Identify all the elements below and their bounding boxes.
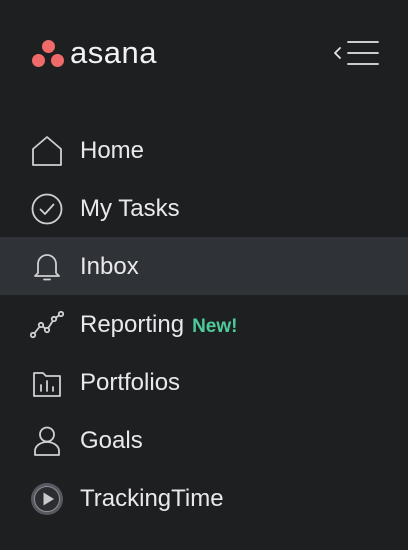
line-chart-icon [30,308,64,342]
sidebar-item-goals[interactable]: Goals [0,411,408,469]
sidebar-item-label: TrackingTime [80,485,224,512]
new-badge: New! [192,316,238,337]
sidebar-item-reporting[interactable]: Reporting New! [0,295,408,353]
sidebar-nav: Home My Tasks Inbox Reporting New! Portf… [0,121,408,527]
brand-name: asana [70,35,157,70]
sidebar-item-label: Reporting New! [80,311,237,341]
sidebar-header: asana [0,0,408,110]
person-icon [30,424,64,458]
asana-logo[interactable]: asana [32,36,157,70]
sidebar-item-label: My Tasks [80,195,180,222]
sidebar-item-home[interactable]: Home [0,121,408,179]
asana-logo-icon [32,38,64,68]
sidebar-item-portfolios[interactable]: Portfolios [0,353,408,411]
folder-chart-icon [30,366,64,400]
collapse-sidebar-icon [334,41,379,65]
reporting-label: Reporting [80,311,185,338]
play-circle-icon [30,482,64,516]
check-circle-icon [30,192,64,226]
sidebar-item-label: Goals [80,427,143,454]
sidebar-item-inbox[interactable]: Inbox [0,237,408,295]
home-icon [30,134,64,168]
sidebar: asana Home My Tasks Inbox Reporting New!… [0,0,408,550]
sidebar-item-label: Portfolios [80,369,181,396]
sidebar-item-label: Home [80,137,145,164]
sidebar-item-trackingtime[interactable]: TrackingTime [0,469,408,527]
bell-icon [30,250,64,284]
sidebar-item-my-tasks[interactable]: My Tasks [0,179,408,237]
collapse-sidebar-button[interactable] [332,38,380,68]
sidebar-item-label: Inbox [80,253,139,280]
